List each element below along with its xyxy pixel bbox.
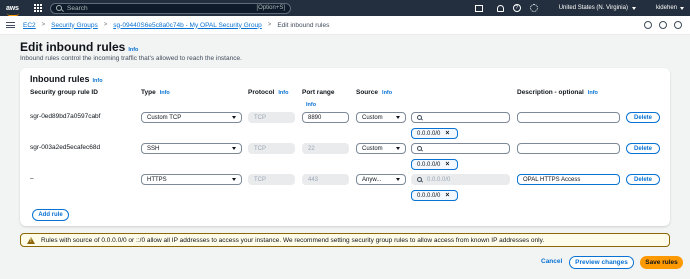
type-info-link[interactable]: Info bbox=[160, 90, 170, 96]
page-title-text: Edit inbound rules bbox=[20, 40, 126, 54]
panel-title-info-link[interactable]: Info bbox=[93, 78, 103, 84]
search-icon bbox=[56, 5, 62, 11]
bell-icon[interactable] bbox=[496, 4, 504, 12]
inbound-rules-panel: Inbound rules Info Security group rule ID… bbox=[20, 68, 670, 226]
breadcrumb-bar: EC2 > Security Groups > sg-09440S6e5c8a0… bbox=[0, 16, 690, 35]
caret-down-icon bbox=[396, 178, 400, 181]
region-chevron-down-icon[interactable] bbox=[631, 6, 636, 10]
save-rules-button[interactable]: Save rules bbox=[640, 256, 683, 269]
feedback-icon[interactable] bbox=[659, 21, 667, 29]
caret-down-icon bbox=[232, 147, 236, 150]
port-range-info-link[interactable]: Info bbox=[302, 101, 316, 108]
search-icon bbox=[417, 146, 422, 151]
caret-down-icon bbox=[232, 178, 236, 181]
global-search-input[interactable]: Search [Option+S] bbox=[50, 2, 291, 14]
delete-rule-button[interactable]: Delete bbox=[626, 112, 660, 123]
source-info-link[interactable]: Info bbox=[382, 90, 392, 96]
panel-title-text: Inbound rules bbox=[30, 74, 90, 84]
rule-id: sgr-0ed89bd7a0597cabf bbox=[30, 113, 101, 120]
type-select[interactable]: Custom TCP bbox=[141, 112, 242, 123]
caret-down-icon bbox=[396, 116, 400, 119]
description-info-link[interactable]: Info bbox=[588, 90, 598, 96]
protocol-field: TCP bbox=[248, 174, 295, 185]
menu-hamburger-icon[interactable] bbox=[6, 22, 15, 28]
source-search-input[interactable] bbox=[411, 143, 510, 154]
caret-down-icon bbox=[396, 147, 400, 150]
source-type-select[interactable]: Custom bbox=[356, 112, 406, 123]
search-placeholder: Search bbox=[67, 4, 88, 12]
panel-title: Inbound rules Info bbox=[30, 74, 103, 84]
services-grid-icon[interactable] bbox=[34, 4, 42, 12]
search-shortcut: [Option+S] bbox=[256, 5, 285, 11]
breadcrumb-security-groups[interactable]: Security Groups bbox=[51, 22, 98, 29]
notifications-icon[interactable] bbox=[644, 21, 652, 29]
help-icon[interactable]: ? bbox=[512, 4, 521, 12]
search-icon bbox=[417, 115, 422, 120]
port-range-field: 22 bbox=[302, 143, 349, 154]
column-header-port-range: Port range bbox=[302, 89, 335, 96]
caret-down-icon bbox=[232, 116, 236, 119]
top-navigation-bar: aws Search [Option+S] ? United States (N… bbox=[0, 0, 690, 16]
source-search-field: 0.0.0.0/0 bbox=[411, 174, 510, 185]
source-type-select[interactable]: Anyw... bbox=[356, 174, 406, 185]
page-title-info-link[interactable]: Info bbox=[128, 47, 138, 53]
description-input[interactable]: OPAL HTTPS Access bbox=[517, 174, 620, 185]
region-selector[interactable]: United States (N. Virginia) bbox=[559, 5, 628, 11]
settings-icon[interactable] bbox=[529, 4, 538, 12]
preview-changes-button[interactable]: Preview changes bbox=[569, 256, 634, 269]
type-select[interactable]: HTTPS bbox=[141, 174, 242, 185]
breadcrumb: EC2 > Security Groups > sg-09440S6e5c8a0… bbox=[23, 22, 329, 29]
warning-text: Rules with source of 0.0.0.0/0 or ::/0 a… bbox=[41, 236, 545, 244]
port-range-field: 443 bbox=[302, 174, 349, 185]
rule-id: sgr-003a2ed5ecafec68d bbox=[30, 144, 101, 151]
cidr-token: 0.0.0.0/0 × bbox=[411, 190, 458, 201]
cidr-token: 0.0.0.0/0 × bbox=[411, 128, 458, 139]
warning-alert: Rules with source of 0.0.0.0/0 or ::/0 a… bbox=[20, 233, 670, 247]
close-icon[interactable]: × bbox=[445, 161, 449, 168]
cidr-token: 0.0.0.0/0 × bbox=[411, 159, 458, 170]
source-search-input[interactable] bbox=[411, 112, 510, 123]
cancel-button[interactable]: Cancel bbox=[541, 258, 562, 265]
rule-id: – bbox=[30, 175, 34, 182]
close-icon[interactable]: × bbox=[445, 192, 449, 199]
page-title: Edit inbound rules Info bbox=[20, 40, 138, 54]
close-icon[interactable]: × bbox=[445, 130, 449, 137]
column-header-description: Description - optional Info bbox=[517, 89, 598, 96]
delete-rule-button[interactable]: Delete bbox=[626, 174, 660, 185]
column-header-source: Source Info bbox=[356, 89, 393, 96]
cloudshell-terminal-icon[interactable] bbox=[474, 4, 483, 12]
search-icon bbox=[417, 177, 422, 182]
chevron-right-icon: > bbox=[41, 22, 46, 28]
port-range-input[interactable]: 8890 bbox=[302, 112, 349, 123]
protocol-field: TCP bbox=[248, 143, 295, 154]
chevron-right-icon: > bbox=[103, 22, 108, 28]
warning-icon bbox=[27, 236, 35, 244]
add-rule-button[interactable]: Add rule bbox=[32, 209, 69, 221]
aws-logo[interactable]: aws bbox=[6, 4, 22, 16]
page-description: Inbound rules control the incoming traff… bbox=[20, 55, 242, 62]
aws-logo-text: aws bbox=[6, 4, 19, 12]
breadcrumb-ec2[interactable]: EC2 bbox=[23, 22, 36, 29]
protocol-info-link[interactable]: Info bbox=[278, 90, 288, 96]
chevron-right-icon: > bbox=[267, 22, 272, 28]
description-input[interactable] bbox=[517, 112, 620, 123]
type-select[interactable]: SSH bbox=[141, 143, 242, 154]
settings-gear-icon[interactable] bbox=[674, 21, 682, 29]
account-menu[interactable]: kidehen bbox=[656, 5, 677, 11]
breadcrumb-security-group[interactable]: sg-09440S6e5c8a0c74b - My OPAL Security … bbox=[113, 22, 262, 29]
source-type-select[interactable]: Custom bbox=[356, 143, 406, 154]
protocol-field: TCP bbox=[248, 112, 295, 123]
breadcrumb-current: Edit inbound rules bbox=[277, 21, 330, 29]
column-header-protocol: Protocol Info bbox=[248, 89, 289, 96]
description-input[interactable] bbox=[517, 143, 620, 154]
account-chevron-down-icon[interactable] bbox=[680, 6, 684, 10]
delete-rule-button[interactable]: Delete bbox=[626, 143, 660, 154]
column-header-rule-id: Security group rule ID bbox=[30, 89, 98, 96]
column-header-type: Type Info bbox=[141, 89, 170, 96]
